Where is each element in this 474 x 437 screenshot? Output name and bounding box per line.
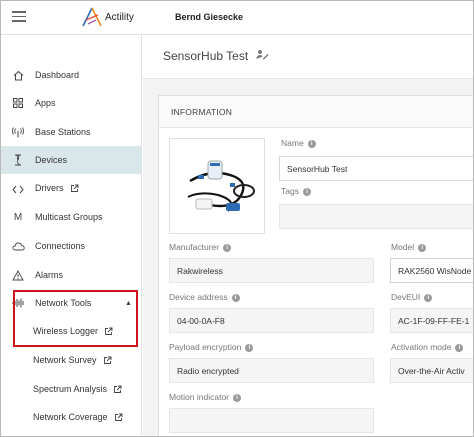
sidebar-subitem-network-coverage[interactable]: Network Coverage bbox=[1, 404, 142, 432]
section-title: INFORMATION bbox=[171, 107, 233, 117]
activation-mode-label: Activation mode i bbox=[391, 342, 464, 352]
info-icon[interactable]: i bbox=[231, 293, 240, 302]
chevron-up-icon: ▲ bbox=[125, 299, 132, 307]
drivers-label: Drivers bbox=[35, 183, 64, 194]
info-icon[interactable]: i bbox=[418, 243, 427, 252]
external-link-icon bbox=[113, 385, 122, 396]
info-icon[interactable]: i bbox=[302, 187, 311, 196]
device-address-label: Device address i bbox=[169, 292, 240, 302]
sidebar-item-label: Devices bbox=[35, 155, 68, 165]
sidebar-item-label: Alarms bbox=[35, 270, 64, 280]
sidebar-item-label: Multicast Groups bbox=[35, 212, 103, 222]
sidebar: Dashboard Apps Base Stations Devices Dri… bbox=[1, 35, 142, 436]
sidebar-item-label: Network Tools bbox=[35, 298, 92, 308]
name-label: Name i bbox=[281, 138, 316, 148]
sidebar-item-label: Base Stations bbox=[35, 127, 91, 137]
deveui-label-text: DevEUI bbox=[391, 292, 421, 302]
motion-indicator-label-text: Motion indicator bbox=[169, 392, 230, 402]
wireless-logger-label: Wireless Logger bbox=[33, 326, 99, 337]
hamburger-menu-icon[interactable] bbox=[12, 11, 26, 22]
device-image[interactable] bbox=[169, 138, 265, 234]
model-label: Model i bbox=[391, 242, 427, 252]
sidebar-item-label: Apps bbox=[35, 98, 56, 108]
actility-logo-icon bbox=[81, 7, 103, 27]
motion-indicator-label: Motion indicator i bbox=[169, 392, 242, 402]
sidebar-item-label: Drivers bbox=[35, 183, 79, 194]
sidebar-item-apps[interactable]: Apps bbox=[1, 89, 142, 117]
sidebar-item-connections[interactable]: Connections bbox=[1, 232, 142, 260]
info-icon[interactable]: i bbox=[424, 293, 433, 302]
tags-input[interactable] bbox=[279, 204, 473, 229]
sidebar-item-alarms[interactable]: Alarms bbox=[1, 261, 142, 289]
activation-mode-label-text: Activation mode bbox=[391, 342, 452, 352]
sidebar-item-base-stations[interactable]: Base Stations bbox=[1, 118, 142, 146]
network-coverage-label: Network Coverage bbox=[33, 412, 108, 423]
sidebar-item-label: Connections bbox=[35, 241, 86, 251]
sidebar-item-label: Dashboard bbox=[35, 70, 80, 80]
info-icon[interactable]: i bbox=[307, 139, 316, 148]
waveform-icon bbox=[11, 296, 25, 310]
model-field[interactable]: RAK2560 WisNode bbox=[390, 258, 473, 283]
apps-grid-icon bbox=[11, 96, 25, 110]
spectrum-analysis-label: Spectrum Analysis bbox=[33, 384, 108, 395]
sidebar-item-devices[interactable]: Devices bbox=[1, 146, 142, 174]
content-area: INFORMATION Name i SensorHub Test Tags i… bbox=[143, 79, 473, 436]
user-name[interactable]: Bernd Giesecke bbox=[175, 12, 243, 22]
activation-mode-field: Over-the-Air Activ bbox=[390, 358, 473, 383]
device-icon bbox=[11, 153, 25, 167]
info-icon[interactable]: i bbox=[455, 343, 464, 352]
payload-encryption-field: Radio encrypted bbox=[169, 358, 374, 383]
manufacturer-field: Rakwireless bbox=[169, 258, 374, 283]
external-link-icon bbox=[70, 184, 79, 195]
page-title: SensorHub Test bbox=[163, 49, 269, 63]
sidebar-subitem-label: Spectrum Analysis bbox=[33, 384, 122, 395]
top-bar: Actility Bernd Giesecke bbox=[1, 1, 473, 35]
sidebar-item-network-tools[interactable]: Network Tools ▲ bbox=[1, 289, 142, 317]
device-address-field: 04-00-0A-F8 bbox=[169, 308, 374, 333]
cloud-icon bbox=[11, 239, 25, 253]
brand-name: Actility bbox=[105, 12, 134, 23]
sidebar-item-multicast-groups[interactable]: M Multicast Groups bbox=[1, 203, 142, 231]
external-link-icon bbox=[103, 356, 112, 367]
manufacturer-label-text: Manufacturer bbox=[169, 242, 220, 252]
device-address-label-text: Device address bbox=[169, 292, 228, 302]
page-title-text: SensorHub Test bbox=[163, 49, 249, 63]
external-link-icon bbox=[104, 327, 113, 338]
payload-encryption-label-text: Payload encryption bbox=[169, 342, 242, 352]
main-content: SensorHub Test INFORMATION Name i Sensor… bbox=[143, 35, 473, 436]
sidebar-subitem-spectrum-analysis[interactable]: Spectrum Analysis bbox=[1, 376, 142, 404]
edit-icon[interactable] bbox=[256, 49, 269, 63]
info-icon[interactable]: i bbox=[245, 343, 254, 352]
deveui-field: AC-1F-09-FF-FE-1 bbox=[390, 308, 473, 333]
deveui-label: DevEUI i bbox=[391, 292, 433, 302]
card-header: INFORMATION bbox=[159, 96, 473, 128]
antenna-icon bbox=[11, 125, 25, 139]
sidebar-subitem-label: Network Survey bbox=[33, 355, 112, 366]
home-icon bbox=[11, 68, 25, 82]
payload-encryption-label: Payload encryption i bbox=[169, 342, 254, 352]
name-input[interactable]: SensorHub Test bbox=[279, 156, 473, 181]
network-survey-label: Network Survey bbox=[33, 355, 97, 366]
multicast-icon: M bbox=[13, 211, 23, 223]
sidebar-item-dashboard[interactable]: Dashboard bbox=[1, 61, 142, 89]
sidebar-subitem-network-survey[interactable]: Network Survey bbox=[1, 347, 142, 375]
warning-icon bbox=[11, 268, 25, 282]
page-header: SensorHub Test bbox=[143, 35, 473, 79]
app-window: Actility Bernd Giesecke Dashboard Apps B… bbox=[0, 0, 474, 437]
sidebar-subitem-label: Network Coverage bbox=[33, 412, 123, 423]
name-label-text: Name bbox=[281, 138, 304, 148]
tags-label: Tags i bbox=[281, 186, 311, 196]
info-icon[interactable]: i bbox=[233, 393, 242, 402]
sidebar-subitem-label: Wireless Logger bbox=[33, 326, 113, 337]
manufacturer-label: Manufacturer i bbox=[169, 242, 232, 252]
sidebar-subitem-wireless-logger[interactable]: Wireless Logger bbox=[1, 318, 142, 346]
external-link-icon bbox=[114, 413, 123, 424]
info-icon[interactable]: i bbox=[223, 243, 232, 252]
sidebar-item-drivers[interactable]: Drivers bbox=[1, 175, 142, 203]
information-card: INFORMATION Name i SensorHub Test Tags i… bbox=[158, 95, 473, 436]
model-label-text: Model bbox=[391, 242, 415, 252]
tags-label-text: Tags bbox=[281, 186, 299, 196]
code-icon bbox=[11, 182, 25, 196]
motion-indicator-field bbox=[169, 408, 374, 433]
